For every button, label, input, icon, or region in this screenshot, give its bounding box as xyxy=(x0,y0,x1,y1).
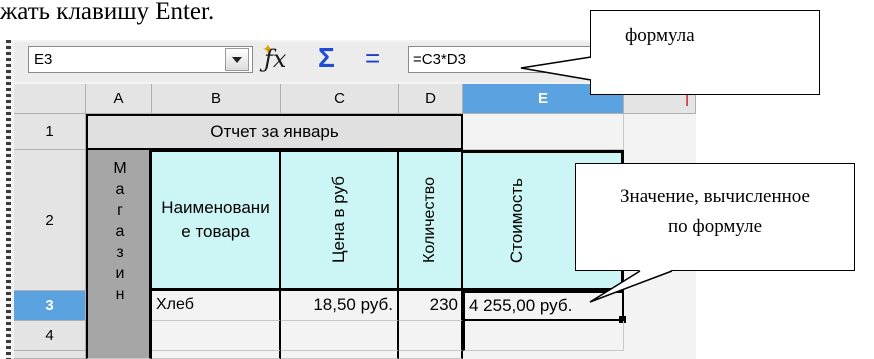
value-callout-pointer xyxy=(589,270,673,303)
callout-pointers xyxy=(520,56,673,303)
formula-callout-pointer-fill xyxy=(521,57,591,80)
